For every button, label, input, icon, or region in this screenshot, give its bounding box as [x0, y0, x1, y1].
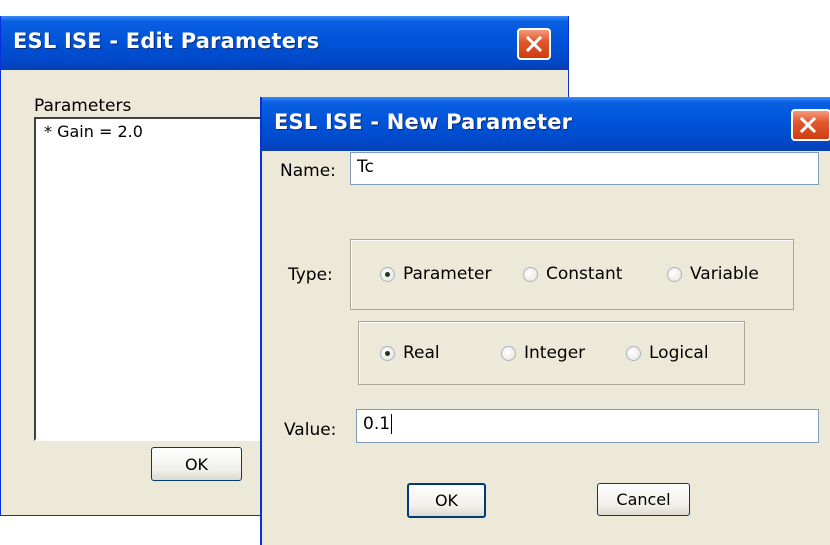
type-group: Parameter Constant Variable: [350, 239, 794, 310]
radio-unchecked-icon: [501, 345, 516, 361]
radio-checked-icon: [380, 345, 395, 361]
type-radio-constant[interactable]: Constant: [523, 264, 622, 284]
value-label: Value:: [284, 420, 337, 440]
new-parameter-window: ESL ISE - New Parameter Name: Tc Type: P…: [260, 97, 830, 545]
close-icon: [799, 116, 817, 134]
name-label: Name:: [280, 161, 336, 181]
new-parameter-titlebar[interactable]: ESL ISE - New Parameter: [262, 97, 830, 151]
edit-parameters-titlebar[interactable]: ESL ISE - Edit Parameters: [1, 16, 568, 70]
window-title: ESL ISE - Edit Parameters: [13, 29, 320, 53]
radio-label: Constant: [546, 264, 623, 284]
parameters-label: Parameters: [34, 96, 132, 116]
type-label: Type:: [288, 265, 333, 285]
radio-unchecked-icon: [523, 266, 538, 282]
radio-label: Logical: [649, 343, 709, 363]
kind-radio-integer[interactable]: Integer: [501, 343, 585, 363]
radio-label: Real: [403, 343, 440, 363]
name-field[interactable]: Tc: [350, 152, 819, 185]
kind-radio-real[interactable]: Real: [380, 343, 440, 363]
close-button[interactable]: [791, 109, 830, 141]
radio-label: Parameter: [403, 264, 492, 284]
window-title: ESL ISE - New Parameter: [274, 110, 573, 134]
radio-label: Variable: [690, 264, 759, 284]
radio-unchecked-icon: [667, 266, 682, 282]
ok-button[interactable]: OK: [407, 483, 486, 518]
close-button[interactable]: [517, 28, 551, 60]
value-field[interactable]: 0.1: [356, 409, 819, 443]
value-text: 0.1: [363, 414, 391, 434]
ok-button[interactable]: OK: [151, 447, 242, 481]
kind-radio-logical[interactable]: Logical: [626, 343, 709, 363]
close-icon: [525, 35, 543, 53]
radio-label: Integer: [524, 343, 586, 363]
text-caret: [391, 414, 393, 434]
radio-unchecked-icon: [626, 345, 641, 361]
type-radio-parameter[interactable]: Parameter: [380, 264, 491, 284]
parameters-list[interactable]: * Gain = 2.0: [34, 117, 294, 441]
radio-checked-icon: [380, 266, 395, 282]
type-radio-variable[interactable]: Variable: [667, 264, 759, 284]
kind-group: Real Integer Logical: [358, 321, 745, 385]
list-item[interactable]: * Gain = 2.0: [44, 122, 143, 141]
cancel-button[interactable]: Cancel: [597, 483, 690, 516]
